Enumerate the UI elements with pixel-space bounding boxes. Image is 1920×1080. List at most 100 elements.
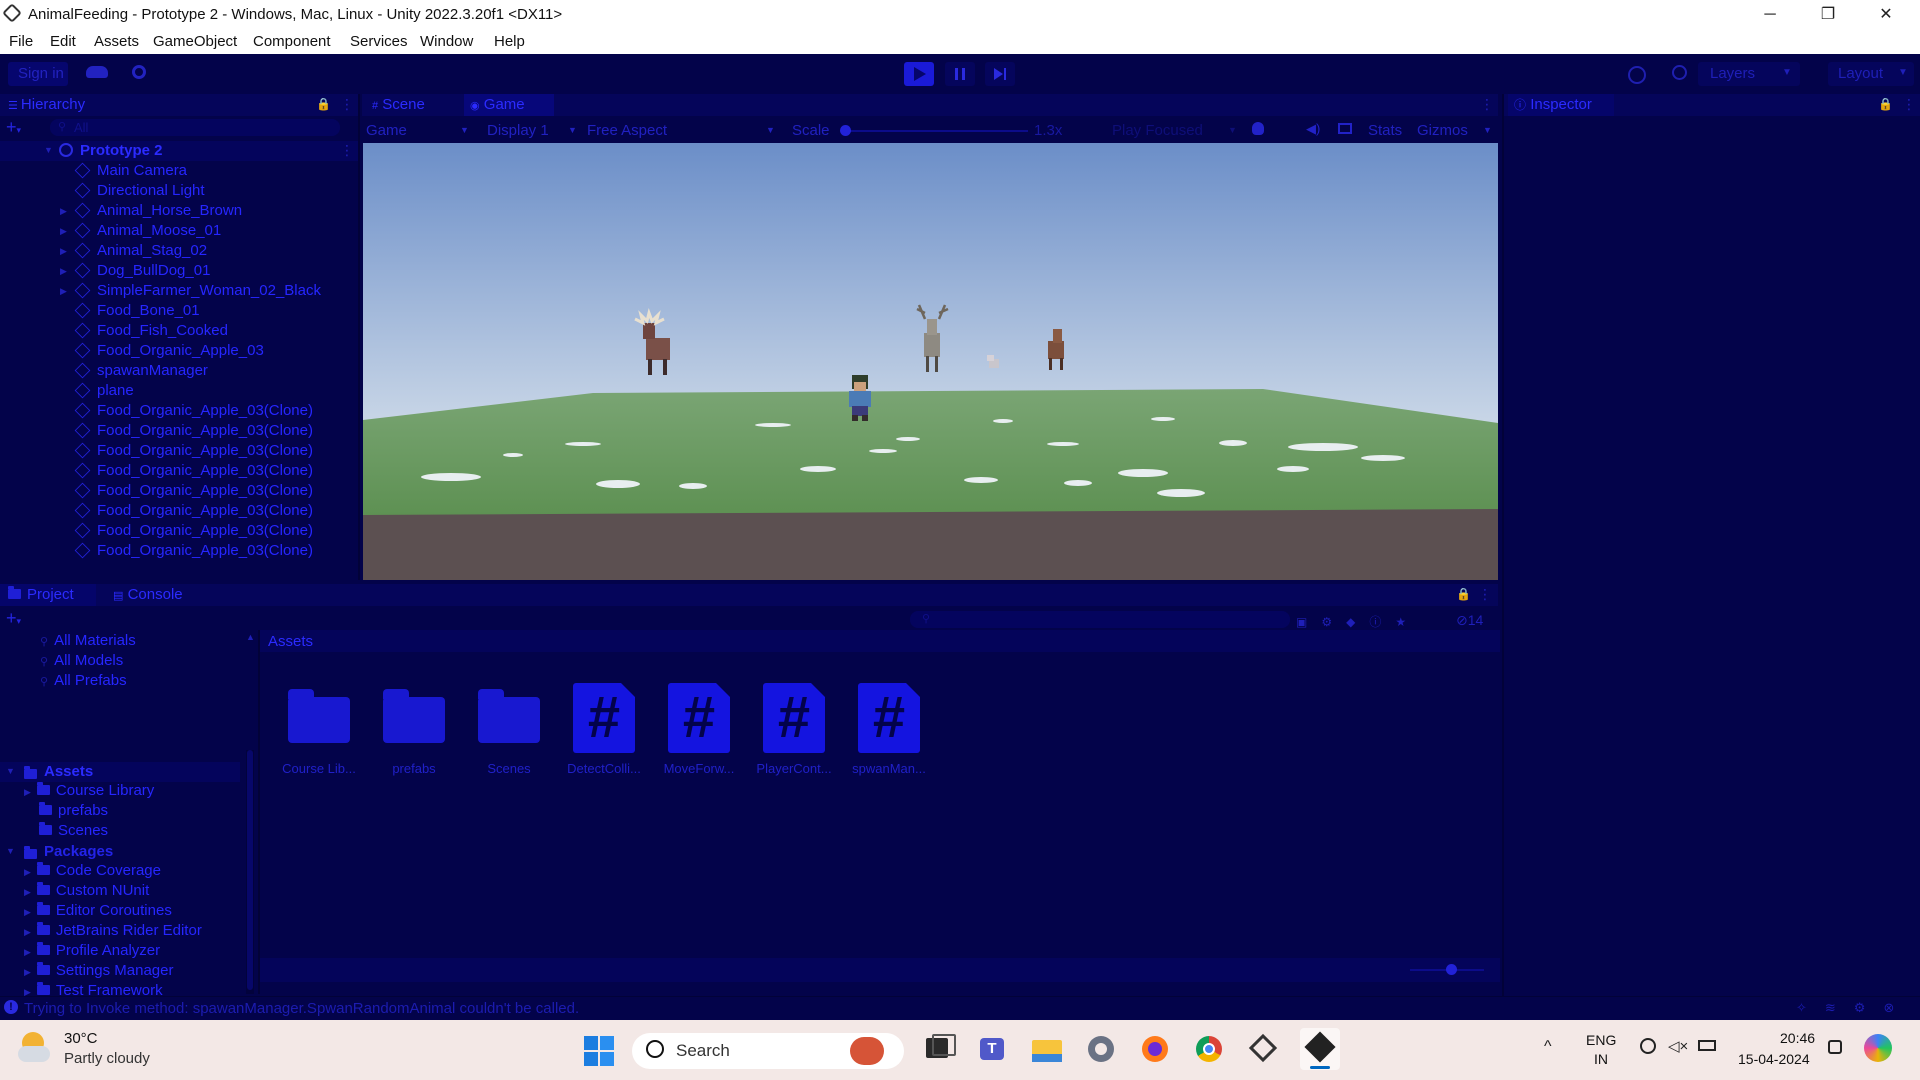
tree-scrollbar-thumb[interactable] <box>247 750 253 990</box>
aspect-dropdown[interactable]: Free Aspect <box>587 122 667 139</box>
expand-arrow-icon[interactable]: ▶ <box>24 927 31 937</box>
hierarchy-item[interactable]: Food_Organic_Apple_03(Clone) <box>0 401 356 421</box>
asset-script[interactable]: # spwanMan... <box>844 679 934 779</box>
package-item[interactable]: ▶ Profile Analyzer <box>24 942 160 959</box>
tree-scrollbar[interactable] <box>246 750 254 994</box>
cloud-icon[interactable] <box>86 66 108 78</box>
weather-condition[interactable]: Partly cloudy <box>64 1050 150 1067</box>
hierarchy-item[interactable]: ▶ Animal_Stag_02 <box>0 241 356 261</box>
tab-console[interactable]: ▤ Console <box>113 586 183 606</box>
kebab-menu-icon[interactable]: ⋮ <box>340 96 354 113</box>
favorite-item[interactable]: ⚲ All Materials <box>40 632 136 649</box>
clock-time[interactable]: 20:46 <box>1780 1030 1815 1046</box>
taskbar-search-input[interactable]: Search <box>632 1033 904 1069</box>
expand-arrow-icon[interactable]: ▶ <box>24 907 31 917</box>
step-button[interactable] <box>985 62 1015 86</box>
game-viewport[interactable] <box>363 143 1498 580</box>
menu-services[interactable]: Services <box>350 33 408 50</box>
hierarchy-search-input[interactable]: ⚲ All <box>50 119 340 136</box>
windows-start-icon[interactable] <box>584 1036 614 1066</box>
firefox-icon[interactable] <box>1138 1032 1172 1066</box>
menu-edit[interactable]: Edit <box>50 33 76 50</box>
display-dropdown[interactable]: Display 1 <box>487 122 549 139</box>
kebab-menu-icon[interactable]: ⋮ <box>1902 96 1916 113</box>
expand-arrow-icon[interactable]: ▶ <box>60 226 67 237</box>
hierarchy-item[interactable]: Food_Organic_Apple_03(Clone) <box>0 541 356 561</box>
hierarchy-item[interactable]: spawanManager <box>0 361 356 381</box>
inspector-tab[interactable]: ⓘ Inspector <box>1514 96 1592 116</box>
history-icon[interactable] <box>1628 66 1646 84</box>
asset-folder[interactable]: prefabs <box>369 679 459 779</box>
settings-icon[interactable] <box>1084 1032 1118 1066</box>
layers-dropdown[interactable]: Layers ▼ <box>1698 62 1800 86</box>
status-icons[interactable]: ✧≋⚙⊗ <box>1796 1000 1912 1016</box>
hierarchy-item[interactable]: plane <box>0 381 356 401</box>
assets-folder-item[interactable]: ▶ Course Library <box>24 782 154 799</box>
packages-root-row[interactable]: ▼ Packages <box>0 842 240 862</box>
expand-arrow-icon[interactable]: ▶ <box>60 206 67 217</box>
search-icon[interactable] <box>1672 65 1687 80</box>
assets-folder-item[interactable]: prefabs <box>24 802 108 819</box>
restore-button[interactable]: ❐ <box>1799 0 1857 29</box>
file-explorer-icon[interactable] <box>1030 1032 1064 1066</box>
hierarchy-item[interactable]: ▶ Animal_Horse_Brown <box>0 201 356 221</box>
close-button[interactable]: ✕ <box>1857 0 1915 29</box>
expand-arrow-icon[interactable]: ▼ <box>6 766 15 776</box>
asset-folder[interactable]: Scenes <box>464 679 554 779</box>
game-mode-dropdown[interactable]: Game <box>366 122 407 139</box>
expand-arrow-icon[interactable]: ▶ <box>60 286 67 297</box>
asset-script[interactable]: # DetectColli... <box>559 679 649 779</box>
package-item[interactable]: ▶ Code Coverage <box>24 862 161 879</box>
teams-icon[interactable]: T <box>976 1032 1010 1066</box>
expand-arrow-icon[interactable]: ▶ <box>24 887 31 897</box>
lock-icon[interactable]: 🔒 <box>1878 97 1893 111</box>
scroll-up-icon[interactable]: ▲ <box>246 632 255 642</box>
package-item[interactable]: ▶ Editor Coroutines <box>24 902 172 919</box>
hierarchy-item[interactable]: Directional Light <box>0 181 356 201</box>
hierarchy-item[interactable]: Food_Organic_Apple_03(Clone) <box>0 481 356 501</box>
hierarchy-item[interactable]: Main Camera <box>0 161 356 181</box>
package-item[interactable]: ▶ Settings Manager <box>24 962 174 979</box>
tab-project[interactable]: Project <box>8 586 74 606</box>
network-globe-icon[interactable] <box>1640 1038 1656 1054</box>
expand-arrow-icon[interactable]: ▶ <box>60 246 67 257</box>
hierarchy-item[interactable]: Food_Organic_Apple_03(Clone) <box>0 461 356 481</box>
hierarchy-item[interactable]: Food_Organic_Apple_03(Clone) <box>0 501 356 521</box>
language-region[interactable]: IN <box>1594 1051 1608 1067</box>
tab-game[interactable]: ◉ Game <box>470 96 525 116</box>
menu-window[interactable]: Window <box>420 33 473 50</box>
expand-arrow-icon[interactable]: ▶ <box>24 787 31 797</box>
weather-widget[interactable] <box>18 1032 54 1066</box>
package-item[interactable]: ▶ JetBrains Rider Editor <box>24 922 202 939</box>
hidden-packages-toggle[interactable]: ⊘14 <box>1456 612 1483 629</box>
battery-icon[interactable] <box>1698 1040 1716 1051</box>
task-view-icon[interactable] <box>922 1032 956 1066</box>
menu-component[interactable]: Component <box>253 33 331 50</box>
package-item[interactable]: ▶ Custom NUnit <box>24 882 149 899</box>
favorite-item[interactable]: ⚲ All Models <box>40 652 123 669</box>
scene-row[interactable]: ▼ Prototype 2 ⋮ <box>0 141 358 161</box>
gizmos-button[interactable]: Gizmos <box>1417 122 1468 139</box>
expand-arrow-icon[interactable]: ▶ <box>24 967 31 977</box>
minimize-button[interactable]: ─ <box>1741 0 1799 29</box>
expand-arrow-icon[interactable]: ▶ <box>60 266 67 277</box>
play-focused-dropdown[interactable]: Play Focused <box>1112 122 1203 139</box>
expand-arrow-icon[interactable]: ▼ <box>44 145 53 155</box>
menu-help[interactable]: Help <box>494 33 525 50</box>
notification-icon[interactable] <box>1828 1040 1842 1054</box>
chrome-icon[interactable] <box>1192 1032 1226 1066</box>
stats-grid-icon[interactable] <box>1338 123 1352 134</box>
project-search-input[interactable]: ⚲ <box>910 611 1290 628</box>
stats-button[interactable]: Stats <box>1368 122 1402 139</box>
copilot-icon[interactable] <box>1864 1034 1892 1062</box>
kebab-menu-icon[interactable]: ⋮ <box>1478 586 1492 603</box>
breadcrumb[interactable]: Assets <box>268 633 313 650</box>
hierarchy-item[interactable]: Food_Bone_01 <box>0 301 356 321</box>
scale-slider-track[interactable] <box>842 130 1028 132</box>
hierarchy-item[interactable]: Food_Organic_Apple_03(Clone) <box>0 421 356 441</box>
icon-size-slider-thumb[interactable] <box>1446 964 1457 975</box>
filter-icons[interactable]: ▣⚙◆ⓘ★ <box>1296 613 1420 630</box>
expand-arrow-icon[interactable]: ▼ <box>6 846 15 856</box>
volume-muted-icon[interactable]: ◁× <box>1668 1037 1688 1055</box>
expand-arrow-icon[interactable]: ▶ <box>24 867 31 877</box>
